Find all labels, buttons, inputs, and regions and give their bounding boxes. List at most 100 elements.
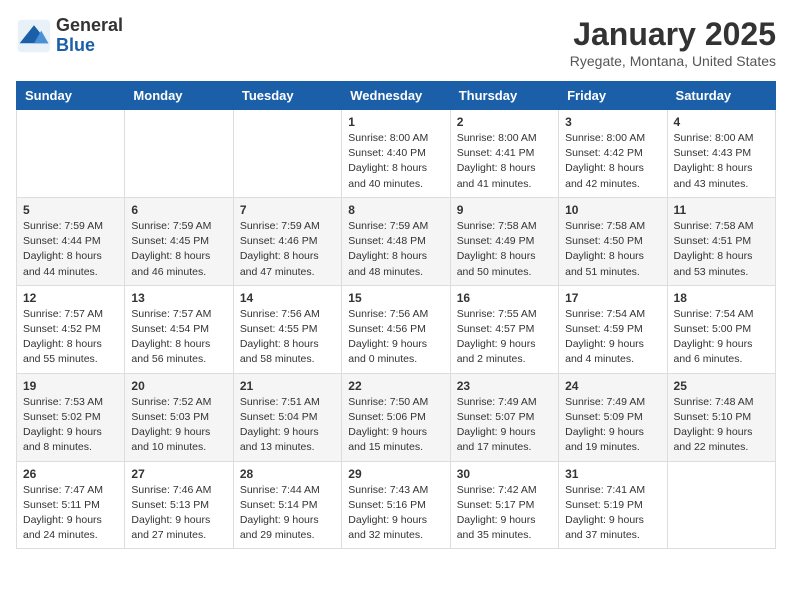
calendar-cell: 17 Sunrise: 7:54 AM Sunset: 4:59 PM Dayli…: [559, 285, 667, 373]
day-info: Sunrise: 8:00 AM Sunset: 4:42 PM Dayligh…: [565, 131, 660, 192]
weekday-header-tuesday: Tuesday: [233, 82, 341, 110]
calendar-cell: 21Sunrise: 7:51 AM Sunset: 5:04 PM Dayli…: [233, 373, 341, 461]
day-info: Sunrise: 7:59 AM Sunset: 4:48 PM Dayligh…: [348, 219, 443, 280]
calendar-cell: 23Sunrise: 7:49 AM Sunset: 5:07 PM Dayli…: [450, 373, 558, 461]
day-info: Sunrise: 7:57 AM Sunset: 4:54 PM Dayligh…: [131, 307, 226, 368]
calendar-cell: 2 Sunrise: 8:00 AM Sunset: 4:41 PM Daylig…: [450, 110, 558, 198]
page-header: General Blue January 2025 Ryegate, Monta…: [16, 16, 776, 69]
day-number: 2: [457, 115, 552, 129]
calendar-cell: 8 Sunrise: 7:59 AM Sunset: 4:48 PM Daylig…: [342, 197, 450, 285]
calendar-cell: 16 Sunrise: 7:55 AM Sunset: 4:57 PM Dayli…: [450, 285, 558, 373]
day-info: Sunrise: 7:52 AM Sunset: 5:03 PM Dayligh…: [131, 395, 226, 456]
calendar-cell: 12Sunrise: 7:57 AM Sunset: 4:52 PM Dayli…: [17, 285, 125, 373]
day-number: 9: [457, 203, 552, 217]
calendar-cell: 1 Sunrise: 8:00 AM Sunset: 4:40 PM Daylig…: [342, 110, 450, 198]
calendar-cell: 30 Sunrise: 7:42 AM Sunset: 5:17 PM Dayli…: [450, 461, 558, 549]
calendar-cell: [667, 461, 775, 549]
calendar-week-row: 26Sunrise: 7:47 AM Sunset: 5:11 PM Dayli…: [17, 461, 776, 549]
day-info: Sunrise: 7:42 AM Sunset: 5:17 PM Dayligh…: [457, 483, 552, 544]
day-info: Sunrise: 8:00 AM Sunset: 4:43 PM Dayligh…: [674, 131, 769, 192]
day-info: Sunrise: 7:55 AM Sunset: 4:57 PM Dayligh…: [457, 307, 552, 368]
logo-icon: [16, 18, 52, 54]
weekday-header-saturday: Saturday: [667, 82, 775, 110]
calendar-cell: 9 Sunrise: 7:58 AM Sunset: 4:49 PM Daylig…: [450, 197, 558, 285]
day-info: Sunrise: 7:58 AM Sunset: 4:50 PM Dayligh…: [565, 219, 660, 280]
weekday-header-sunday: Sunday: [17, 82, 125, 110]
logo-text: General Blue: [56, 16, 123, 56]
day-number: 16: [457, 291, 552, 305]
calendar-week-row: 1 Sunrise: 8:00 AM Sunset: 4:40 PM Daylig…: [17, 110, 776, 198]
day-number: 27: [131, 467, 226, 481]
calendar-header: SundayMondayTuesdayWednesdayThursdayFrid…: [17, 82, 776, 110]
weekday-header-thursday: Thursday: [450, 82, 558, 110]
day-number: 15: [348, 291, 443, 305]
day-info: Sunrise: 7:59 AM Sunset: 4:45 PM Dayligh…: [131, 219, 226, 280]
day-info: Sunrise: 7:53 AM Sunset: 5:02 PM Dayligh…: [23, 395, 118, 456]
calendar-cell: 14 Sunrise: 7:56 AM Sunset: 4:55 PM Dayli…: [233, 285, 341, 373]
day-info: Sunrise: 7:58 AM Sunset: 4:51 PM Dayligh…: [674, 219, 769, 280]
calendar-week-row: 12Sunrise: 7:57 AM Sunset: 4:52 PM Dayli…: [17, 285, 776, 373]
logo-blue-text: Blue: [56, 36, 123, 56]
day-info: Sunrise: 8:00 AM Sunset: 4:40 PM Dayligh…: [348, 131, 443, 192]
month-title: January 2025: [570, 16, 776, 53]
weekday-header-friday: Friday: [559, 82, 667, 110]
calendar-cell: 6Sunrise: 7:59 AM Sunset: 4:45 PM Daylig…: [125, 197, 233, 285]
calendar-cell: 24 Sunrise: 7:49 AM Sunset: 5:09 PM Dayli…: [559, 373, 667, 461]
day-info: Sunrise: 7:49 AM Sunset: 5:07 PM Dayligh…: [457, 395, 552, 456]
logo: General Blue: [16, 16, 123, 56]
calendar-cell: 28Sunrise: 7:44 AM Sunset: 5:14 PM Dayli…: [233, 461, 341, 549]
day-info: Sunrise: 8:00 AM Sunset: 4:41 PM Dayligh…: [457, 131, 552, 192]
day-number: 14: [240, 291, 335, 305]
day-info: Sunrise: 7:49 AM Sunset: 5:09 PM Dayligh…: [565, 395, 660, 456]
calendar-cell: [233, 110, 341, 198]
calendar-week-row: 5Sunrise: 7:59 AM Sunset: 4:44 PM Daylig…: [17, 197, 776, 285]
day-info: Sunrise: 7:54 AM Sunset: 4:59 PM Dayligh…: [565, 307, 660, 368]
day-number: 1: [348, 115, 443, 129]
day-info: Sunrise: 7:44 AM Sunset: 5:14 PM Dayligh…: [240, 483, 335, 544]
calendar-cell: 29Sunrise: 7:43 AM Sunset: 5:16 PM Dayli…: [342, 461, 450, 549]
day-number: 10: [565, 203, 660, 217]
title-block: January 2025 Ryegate, Montana, United St…: [570, 16, 776, 69]
calendar-cell: 3 Sunrise: 8:00 AM Sunset: 4:42 PM Daylig…: [559, 110, 667, 198]
calendar-cell: 19Sunrise: 7:53 AM Sunset: 5:02 PM Dayli…: [17, 373, 125, 461]
day-number: 4: [674, 115, 769, 129]
day-info: Sunrise: 7:59 AM Sunset: 4:46 PM Dayligh…: [240, 219, 335, 280]
day-number: 31: [565, 467, 660, 481]
calendar-cell: [125, 110, 233, 198]
day-info: Sunrise: 7:58 AM Sunset: 4:49 PM Dayligh…: [457, 219, 552, 280]
day-info: Sunrise: 7:56 AM Sunset: 4:56 PM Dayligh…: [348, 307, 443, 368]
weekday-header-wednesday: Wednesday: [342, 82, 450, 110]
calendar-table: SundayMondayTuesdayWednesdayThursdayFrid…: [16, 81, 776, 549]
day-info: Sunrise: 7:41 AM Sunset: 5:19 PM Dayligh…: [565, 483, 660, 544]
day-number: 22: [348, 379, 443, 393]
calendar-cell: 25 Sunrise: 7:48 AM Sunset: 5:10 PM Dayli…: [667, 373, 775, 461]
day-number: 8: [348, 203, 443, 217]
calendar-cell: 27Sunrise: 7:46 AM Sunset: 5:13 PM Dayli…: [125, 461, 233, 549]
calendar-cell: 7 Sunrise: 7:59 AM Sunset: 4:46 PM Daylig…: [233, 197, 341, 285]
calendar-cell: 11Sunrise: 7:58 AM Sunset: 4:51 PM Dayli…: [667, 197, 775, 285]
day-number: 13: [131, 291, 226, 305]
calendar-cell: 22Sunrise: 7:50 AM Sunset: 5:06 PM Dayli…: [342, 373, 450, 461]
calendar-week-row: 19Sunrise: 7:53 AM Sunset: 5:02 PM Dayli…: [17, 373, 776, 461]
day-number: 5: [23, 203, 118, 217]
day-info: Sunrise: 7:56 AM Sunset: 4:55 PM Dayligh…: [240, 307, 335, 368]
calendar-cell: 20 Sunrise: 7:52 AM Sunset: 5:03 PM Dayli…: [125, 373, 233, 461]
calendar-cell: 31 Sunrise: 7:41 AM Sunset: 5:19 PM Dayli…: [559, 461, 667, 549]
day-info: Sunrise: 7:48 AM Sunset: 5:10 PM Dayligh…: [674, 395, 769, 456]
calendar-cell: 10 Sunrise: 7:58 AM Sunset: 4:50 PM Dayli…: [559, 197, 667, 285]
calendar-cell: 13 Sunrise: 7:57 AM Sunset: 4:54 PM Dayli…: [125, 285, 233, 373]
day-number: 24: [565, 379, 660, 393]
day-number: 30: [457, 467, 552, 481]
day-number: 17: [565, 291, 660, 305]
day-info: Sunrise: 7:51 AM Sunset: 5:04 PM Dayligh…: [240, 395, 335, 456]
day-number: 3: [565, 115, 660, 129]
calendar-cell: 5Sunrise: 7:59 AM Sunset: 4:44 PM Daylig…: [17, 197, 125, 285]
weekday-header-row: SundayMondayTuesdayWednesdayThursdayFrid…: [17, 82, 776, 110]
day-number: 25: [674, 379, 769, 393]
day-number: 29: [348, 467, 443, 481]
day-number: 18: [674, 291, 769, 305]
day-number: 26: [23, 467, 118, 481]
logo-general-text: General: [56, 16, 123, 36]
day-number: 7: [240, 203, 335, 217]
day-number: 20: [131, 379, 226, 393]
